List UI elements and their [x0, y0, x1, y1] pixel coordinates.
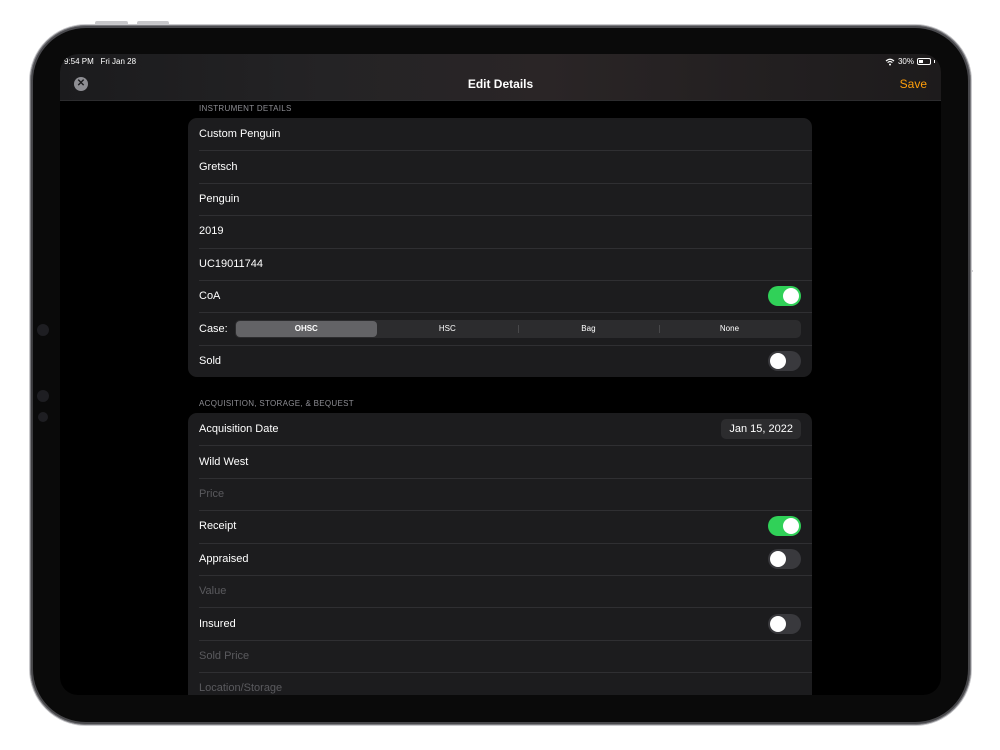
acquisition-date-row: Acquisition Date Jan 15, 2022 — [188, 413, 812, 445]
case-option-ohsc[interactable]: OHSC — [235, 320, 377, 337]
sold-label: Sold — [199, 354, 222, 367]
insured-label: Insured — [199, 617, 236, 630]
wifi-icon — [885, 58, 895, 65]
battery-icon — [917, 58, 931, 65]
save-button[interactable]: Save — [900, 77, 927, 91]
name-field[interactable]: Penguin — [188, 182, 812, 215]
receipt-toggle[interactable] — [768, 516, 801, 537]
sold-price-field[interactable]: Sold Price — [188, 639, 812, 672]
battery-tip — [934, 60, 935, 63]
coa-toggle[interactable] — [768, 286, 801, 307]
toggle-knob — [770, 615, 786, 632]
seller-field[interactable]: Wild West — [188, 445, 812, 477]
coa-label: CoA — [199, 290, 221, 303]
camera-module — [33, 316, 53, 431]
toggle-knob — [783, 288, 799, 305]
case-segmented-control: OHSC HSC Bag None — [234, 319, 801, 338]
case-option-bag[interactable]: Bag — [517, 321, 659, 337]
year-value: 2019 — [199, 225, 224, 238]
serial-value: UC19011744 — [199, 257, 264, 270]
case-label: Case: — [199, 322, 228, 335]
status-date-text: Fri Jan 28 — [100, 57, 137, 66]
insured-toggle[interactable] — [768, 613, 801, 634]
acquisition-group: Acquisition Date Jan 15, 2022 Wild West … — [188, 413, 812, 695]
model-field[interactable]: Custom Penguin — [188, 118, 812, 150]
screen: 9:54 PM Fri Jan 28 30% ✕ Edit Details Sa… — [60, 54, 941, 695]
coa-row: CoA — [188, 279, 812, 312]
page-title: Edit Details — [467, 77, 534, 91]
brand-field[interactable]: Gretsch — [188, 150, 812, 182]
seller-value: Wild West — [199, 455, 249, 468]
toggle-knob — [770, 550, 786, 567]
model-value: Custom Penguin — [199, 128, 281, 141]
acquisition-date-label: Acquisition Date — [199, 423, 279, 436]
price-placeholder: Price — [199, 487, 225, 500]
receipt-row: Receipt — [188, 510, 812, 542]
case-row: Case: OHSC HSC Bag None — [188, 312, 812, 344]
location-placeholder: Location/Storage — [199, 682, 283, 695]
camera-icon — [37, 324, 49, 336]
brand-value: Gretsch — [199, 160, 238, 173]
serial-field[interactable]: UC19011744 — [188, 247, 812, 280]
sold-toggle[interactable] — [768, 350, 801, 371]
section-header-instrument: INSTRUMENT DETAILS — [199, 104, 292, 113]
sold-row: Sold — [188, 344, 812, 377]
toggle-knob — [770, 352, 786, 369]
year-field[interactable]: 2019 — [188, 215, 812, 247]
location-field[interactable]: Location/Storage — [188, 672, 812, 695]
price-field[interactable]: Price — [188, 477, 812, 510]
acquisition-date-picker[interactable]: Jan 15, 2022 — [721, 419, 801, 440]
status-time: 9:54 PM Fri Jan 28 — [64, 57, 136, 66]
navigation-bar: 9:54 PM Fri Jan 28 30% ✕ Edit Details Sa… — [60, 54, 941, 101]
value-field[interactable]: Value — [188, 574, 812, 607]
name-value: Penguin — [199, 192, 240, 205]
sold-price-placeholder: Sold Price — [199, 649, 250, 662]
sensor-icon — [37, 390, 49, 402]
status-time-text: 9:54 PM — [64, 57, 94, 66]
form-content[interactable]: INSTRUMENT DETAILS Custom Penguin Gretsc… — [60, 100, 941, 695]
case-option-hsc[interactable]: HSC — [377, 321, 518, 337]
receipt-label: Receipt — [199, 520, 237, 533]
case-option-none[interactable]: None — [658, 321, 800, 337]
section-header-acquisition: ACQUISITION, STORAGE, & BEQUEST — [199, 399, 354, 408]
status-right: 30% — [885, 57, 935, 66]
insured-row: Insured — [188, 607, 812, 639]
appraised-label: Appraised — [199, 552, 249, 565]
toggle-knob — [783, 518, 799, 535]
sensor-icon — [38, 412, 48, 422]
value-placeholder: Value — [199, 585, 227, 598]
appraised-toggle[interactable] — [768, 548, 801, 569]
battery-percent: 30% — [897, 57, 914, 66]
appraised-row: Appraised — [188, 542, 812, 575]
instrument-details-group: Custom Penguin Gretsch Penguin 2019 UC19… — [188, 118, 812, 378]
